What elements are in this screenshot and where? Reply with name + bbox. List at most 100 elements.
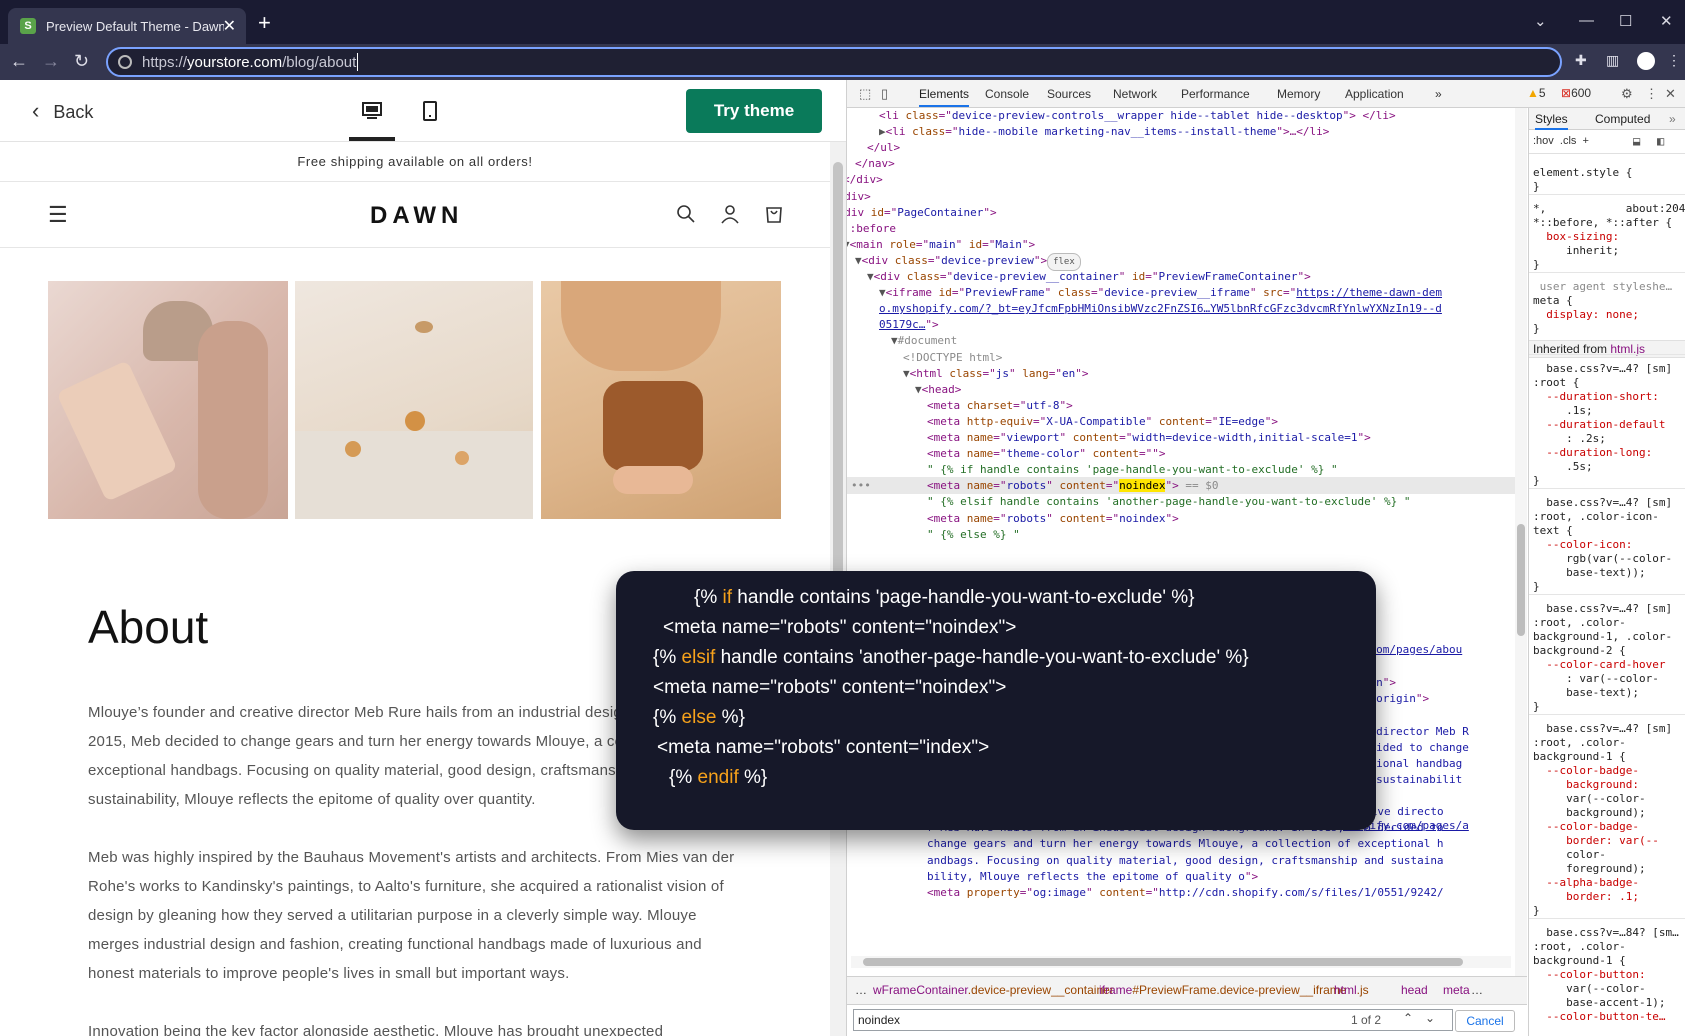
tablet-view-icon[interactable] [419, 100, 441, 122]
dom-node-line[interactable]: </ul> [867, 140, 900, 156]
breadcrumb-item[interactable]: iframe#PreviewFrame.device-preview__ifra… [1099, 983, 1346, 997]
style-rule-line[interactable]: } [1533, 700, 1540, 714]
style-rule-line[interactable]: background-1 { [1533, 750, 1626, 764]
dom-node-line[interactable]: ▼<div class="device-preview__container" … [867, 269, 1311, 285]
breadcrumb-item[interactable]: wFrameContainer.device-preview__containe… [873, 983, 1114, 997]
style-rule-line[interactable]: background-1 { [1533, 954, 1626, 968]
expand-down-icon[interactable]: ▼ [879, 286, 886, 299]
style-rule-line[interactable]: background-1, .color- [1533, 630, 1672, 644]
breadcrumb-item[interactable]: … [855, 983, 867, 997]
dom-node-line[interactable]: ▼<head> [915, 382, 961, 398]
cart-icon[interactable] [764, 204, 784, 230]
address-bar[interactable]: https://yourstore.com/blog/about [106, 47, 1562, 77]
style-rule-line[interactable]: :root, .color- [1533, 940, 1626, 954]
dom-node-line[interactable]: <li class="device-preview-controls__wrap… [879, 108, 1396, 124]
style-rule-line[interactable]: border: var(-- [1533, 834, 1659, 848]
style-rule-line[interactable]: :root, .color-icon- [1533, 510, 1659, 524]
style-rule-line[interactable]: .1s; [1533, 404, 1593, 418]
toggle-sidebar-icon[interactable]: ◧ [1657, 134, 1664, 148]
browser-tab[interactable]: S Preview Default Theme - Dawn E ✕ [8, 8, 246, 44]
style-rule-line[interactable]: --alpha-badge- [1533, 876, 1639, 890]
back-arrow-icon[interactable]: ← [10, 51, 28, 72]
back-link[interactable]: ‹ Back [32, 98, 93, 124]
style-rule-line[interactable]: display: none; [1533, 308, 1639, 322]
tab-styles[interactable]: Styles [1535, 112, 1568, 130]
maximize-icon[interactable]: ☐ [1619, 12, 1632, 30]
style-rule-line[interactable]: } [1533, 904, 1540, 918]
close-tab-icon[interactable]: ✕ [223, 16, 236, 36]
reload-icon[interactable]: ↻ [74, 51, 89, 72]
dom-horizontal-scrollbar-thumb[interactable] [863, 958, 1463, 966]
style-rule-line[interactable]: box-sizing: [1533, 230, 1619, 244]
new-tab-button[interactable]: + [258, 10, 271, 36]
minimize-icon[interactable]: — [1579, 12, 1594, 29]
style-rule-line[interactable]: meta { [1533, 294, 1573, 308]
next-match-icon[interactable]: ⌄ [1425, 1011, 1435, 1025]
browser-menu-icon[interactable]: ⋮ [1667, 52, 1685, 70]
style-rule-line[interactable]: base.css?v=…4? [sm] [1533, 496, 1672, 510]
style-rule-line[interactable]: --color-icon: [1533, 538, 1632, 552]
style-rule-line[interactable]: color- [1533, 848, 1606, 862]
dom-node-line[interactable]: <meta name="robots" content="noindex"> =… [927, 478, 1218, 494]
style-rule-line[interactable]: background: [1533, 778, 1639, 792]
style-rule-line[interactable]: --color-button: [1533, 968, 1645, 982]
account-icon[interactable] [720, 204, 740, 230]
search-icon[interactable] [676, 204, 696, 230]
style-rule-line[interactable]: --color-button-te… [1533, 1010, 1665, 1024]
style-rule-line[interactable]: :root { [1533, 376, 1579, 390]
style-rule-line[interactable]: element.style { [1533, 166, 1632, 180]
warnings-badge[interactable]: ▲5 [1527, 86, 1546, 100]
close-window-icon[interactable]: ✕ [1660, 12, 1673, 30]
breadcrumb-item[interactable]: meta [1443, 983, 1470, 997]
style-rule-line[interactable]: --duration-long: [1533, 446, 1652, 460]
expand-down-icon[interactable]: ▼ [855, 254, 862, 267]
dom-node-line[interactable]: o.myshopify.com/?_bt=eyJfcmFpbHMiOnsibWV… [879, 301, 1442, 317]
store-logo[interactable]: DAWN [370, 202, 463, 230]
style-rule-line[interactable]: rgb(var(--color- [1533, 552, 1672, 566]
style-rule-line[interactable]: : .2s; [1533, 432, 1606, 446]
style-rule-line[interactable]: } [1533, 322, 1540, 336]
style-rule-line[interactable]: *::before, *::after { [1533, 216, 1672, 230]
devtools-menu-icon[interactable]: ⋮ [1645, 86, 1658, 102]
style-rule-line[interactable]: --duration-default [1533, 418, 1665, 432]
tab-application[interactable]: Application [1345, 87, 1404, 101]
expand-down-icon[interactable]: ▼ [891, 334, 898, 347]
style-rule-line[interactable]: :root, .color- [1533, 616, 1626, 630]
style-rule-line[interactable]: text { [1533, 524, 1573, 538]
dom-node-line[interactable]: <meta http-equiv="X-UA-Compatible" conte… [927, 414, 1278, 430]
styles-filter-controls[interactable]: :hov .cls + [1533, 135, 1589, 147]
style-rule-line[interactable]: --duration-short: [1533, 390, 1659, 404]
style-rule-line[interactable]: background-2 { [1533, 644, 1626, 658]
dom-node-line[interactable]: </div> [847, 172, 883, 188]
element-state-icon[interactable]: ⬓ [1633, 134, 1640, 148]
style-rule-line[interactable]: base-accent-1); [1533, 996, 1665, 1010]
dom-node-line[interactable]: ::before [847, 221, 896, 237]
extensions-icon[interactable]: ✚ [1575, 52, 1593, 70]
style-rule-line[interactable]: } [1533, 580, 1540, 594]
dom-vertical-scrollbar[interactable] [1515, 108, 1527, 976]
dom-node-line[interactable]: ▶<li class="hide--mobile marketing-nav__… [879, 124, 1329, 140]
breadcrumb-item[interactable]: … [1471, 983, 1483, 997]
expand-down-icon[interactable]: ▼ [915, 383, 922, 396]
style-rule-line[interactable]: } [1533, 474, 1540, 488]
more-tabs-icon[interactable]: » [1435, 87, 1442, 101]
dom-node-line[interactable]: <meta name="robots" content="noindex"> [927, 511, 1179, 527]
style-rule-line[interactable]: base.css?v=…4? [sm] [1533, 722, 1672, 736]
tab-performance[interactable]: Performance [1181, 87, 1250, 101]
dom-node-line[interactable]: andbags. Focusing on quality material, g… [927, 853, 1444, 869]
style-rule-line[interactable]: } [1533, 180, 1540, 194]
side-panel-icon[interactable]: ▥ [1606, 52, 1624, 70]
settings-gear-icon[interactable]: ⚙ [1621, 86, 1633, 102]
tab-network[interactable]: Network [1113, 87, 1157, 101]
dom-node-line[interactable]: <!DOCTYPE html> [903, 350, 1002, 366]
previous-match-icon[interactable]: ⌃ [1403, 1011, 1413, 1025]
dom-node-line[interactable]: ▼<main role="main" id="Main"> [847, 237, 1035, 253]
elements-dom-tree[interactable]: <li class="device-preview-controls__wrap… [847, 108, 1515, 976]
dom-node-line[interactable]: " {% elsif handle contains 'another-page… [927, 494, 1410, 510]
dom-node-line[interactable]: <meta charset="utf-8"> [927, 398, 1073, 414]
profile-avatar-icon[interactable] [1637, 52, 1655, 70]
dom-node-line[interactable]: </div> [847, 189, 871, 205]
style-rule-line[interactable]: --color-badge- [1533, 820, 1639, 834]
hamburger-menu-icon[interactable]: ☰ [48, 202, 68, 228]
expand-down-icon[interactable]: ▼ [903, 367, 910, 380]
